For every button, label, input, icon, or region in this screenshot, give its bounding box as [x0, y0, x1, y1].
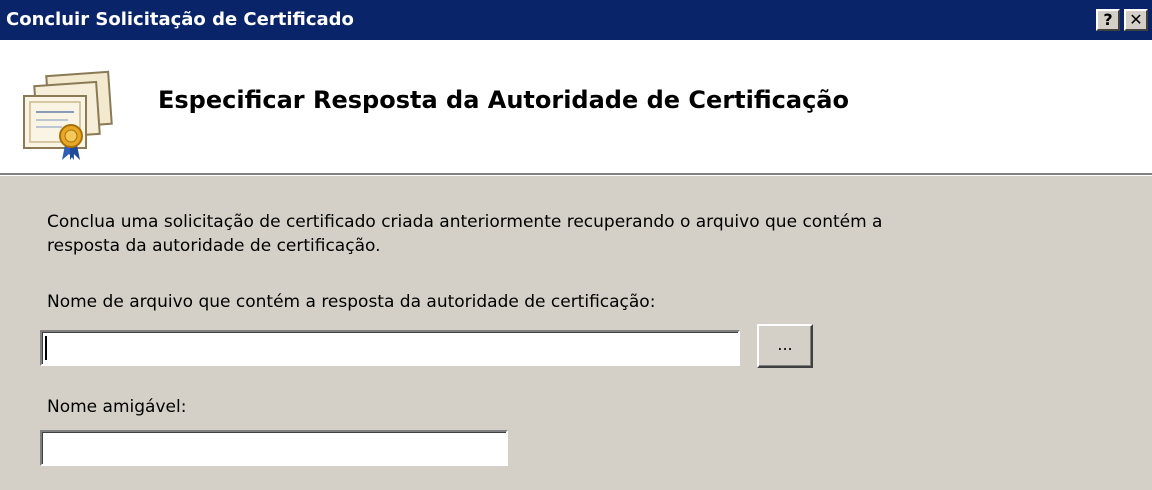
title-bar: Concluir Solicitação de Certificado ? ✕	[0, 0, 1152, 40]
friendly-name-input[interactable]	[40, 430, 508, 466]
browse-button[interactable]: ...	[757, 324, 813, 368]
dialog-header: Especificar Resposta da Autoridade de Ce…	[0, 40, 1152, 173]
certificate-icon	[23, 70, 113, 160]
description-line: Conclua uma solicitação de certificado c…	[47, 212, 883, 232]
description-text: Conclua uma solicitação de certificado c…	[47, 210, 882, 258]
filename-input[interactable]	[40, 330, 740, 366]
window-title: Concluir Solicitação de Certificado	[6, 9, 354, 30]
header-divider	[0, 173, 1152, 176]
certificate-request-dialog: Concluir Solicitação de Certificado ? ✕	[0, 0, 1152, 490]
text-caret	[45, 336, 47, 360]
description-line: resposta da autoridade de certificação.	[47, 236, 381, 256]
close-icon: ✕	[1129, 10, 1143, 29]
friendly-name-label: Nome amigável:	[47, 397, 187, 417]
help-button[interactable]: ?	[1096, 9, 1120, 31]
help-icon: ?	[1103, 10, 1113, 29]
filename-label: Nome de arquivo que contém a resposta da…	[47, 292, 656, 312]
close-button[interactable]: ✕	[1124, 9, 1148, 31]
page-title: Especificar Resposta da Autoridade de Ce…	[158, 86, 849, 114]
